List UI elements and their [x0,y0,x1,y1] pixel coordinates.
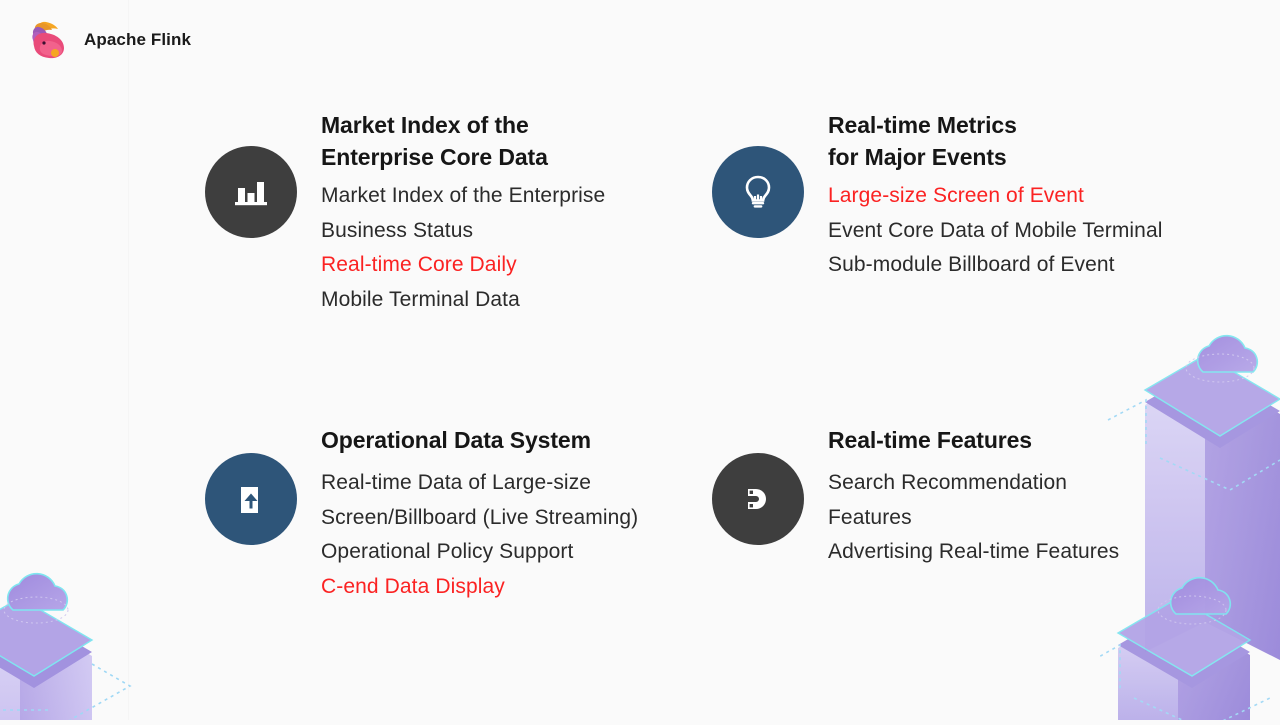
feature-line-highlighted: C-end Data Display [321,574,505,598]
brand-name: Apache Flink [84,30,192,49]
feature-lines: Market Index of the Enterprise Business … [321,179,605,318]
feature-line: Advertising Real-time Features [828,540,1120,564]
feature-body: Real-time Metrics for Major Events Large… [804,110,1163,283]
feature-lines: Search Recommendation Features Advertisi… [828,466,1119,570]
magnet-icon-circle [712,453,804,545]
document-upload-icon [229,477,273,521]
decorative-isometric-cloud-pillar-left [0,560,170,721]
feature-line: Features [828,505,912,529]
lightbulb-icon [736,170,780,214]
feature-heading: Real-time Features [828,427,1032,453]
feature-body: Market Index of the Enterprise Core Data… [297,110,605,318]
feature-line: Screen/Billboard (Live Streaming) [321,505,639,529]
feature-body: Real-time Features Search Recommendation… [804,425,1119,570]
feature-grid: Market Index of the Enterprise Core Data… [205,110,1215,605]
feature-item-market-index: Market Index of the Enterprise Core Data… [205,110,712,425]
feature-lines: Real-time Data of Large-size Screen/Bill… [321,466,638,605]
slide-edge-line [128,0,129,720]
bar-chart-icon [229,170,273,214]
slide-canvas: Apache Flink Market Index of the Enterpr… [0,0,1280,725]
feature-line: Search Recommendation [828,470,1068,494]
brand-lockup: Apache Flink [24,16,191,64]
feature-body: Operational Data System Real-time Data o… [297,425,638,605]
feature-line: Mobile Terminal Data [321,287,520,311]
lightbulb-icon-circle [712,146,804,238]
feature-lines: Large-size Screen of Event Event Core Da… [828,179,1163,283]
feature-line: Business Status [321,218,474,242]
feature-line: Market Index of the Enterprise [321,183,606,207]
feature-line-highlighted: Large-size Screen of Event [828,183,1084,207]
magnet-icon [736,477,780,521]
feature-item-operational-data-system: Operational Data System Real-time Data o… [205,425,712,605]
document-upload-icon-circle [205,453,297,545]
feature-heading: Operational Data System [321,427,591,453]
feature-heading: Market Index of the Enterprise Core Data [321,112,548,170]
feature-item-realtime-metrics: Real-time Metrics for Major Events Large… [712,110,1215,425]
bar-chart-icon-circle [205,146,297,238]
feature-line: Event Core Data of Mobile Terminal [828,218,1163,242]
feature-item-realtime-features: Real-time Features Search Recommendation… [712,425,1215,605]
feature-line: Operational Policy Support [321,540,574,564]
feature-line: Real-time Data of Large-size [321,470,592,494]
feature-line-highlighted: Real-time Core Daily [321,253,517,277]
feature-line: Sub-module Billboard of Event [828,253,1115,277]
flink-squirrel-logo-icon [24,16,72,64]
feature-heading: Real-time Metrics for Major Events [828,112,1017,170]
